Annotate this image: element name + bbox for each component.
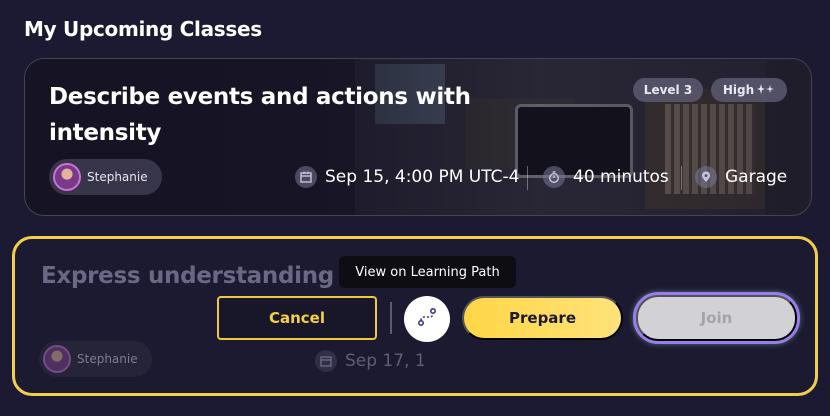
- class-date: Sep 17, 1: [315, 350, 426, 372]
- learning-path-icon: [414, 304, 440, 334]
- class-date: Sep 15, 4:00 PM UTC-4: [295, 166, 519, 188]
- class-duration: 40 minutos: [543, 166, 669, 188]
- class-title: Express understanding: [41, 263, 334, 289]
- join-button[interactable]: Join: [636, 295, 797, 341]
- calendar-icon: [295, 166, 317, 188]
- teacher-avatar: [53, 163, 81, 191]
- timer-icon: [543, 166, 565, 188]
- actions-divider: [390, 302, 392, 334]
- meta-divider: [681, 166, 682, 190]
- class-location-text: Garage: [725, 167, 788, 187]
- teacher-chip[interactable]: Stephanie: [49, 159, 162, 195]
- prepare-button[interactable]: Prepare: [462, 296, 623, 340]
- teacher-chip[interactable]: Stephanie: [39, 341, 152, 377]
- class-duration-text: 40 minutos: [573, 167, 669, 187]
- learning-path-tooltip: View on Learning Path: [339, 256, 516, 288]
- class-location: Garage: [695, 166, 787, 188]
- class-date-text: Sep 15, 4:00 PM UTC-4: [325, 167, 520, 187]
- calendar-icon: [315, 350, 337, 372]
- meta-divider: [527, 166, 528, 190]
- cancel-button[interactable]: Cancel: [217, 296, 377, 340]
- class-title: Describe events and actions with intensi…: [49, 84, 471, 146]
- teacher-name: Stephanie: [87, 170, 148, 184]
- class-date-text: Sep 17, 1: [345, 351, 426, 371]
- learning-path-button[interactable]: [404, 296, 450, 342]
- class-card-1[interactable]: Describe events and actions with intensi…: [24, 58, 812, 216]
- intensity-badge-label: High: [722, 83, 755, 97]
- level-badge: Level 3: [633, 78, 703, 102]
- teacher-avatar: [43, 345, 71, 373]
- level-badge-label: Level 3: [643, 83, 693, 97]
- location-pin-icon: [695, 166, 717, 188]
- teacher-name: Stephanie: [77, 352, 138, 366]
- sparkles-icon: [757, 83, 775, 97]
- section-title: My Upcoming Classes: [24, 17, 262, 41]
- intensity-badge: High: [711, 78, 787, 102]
